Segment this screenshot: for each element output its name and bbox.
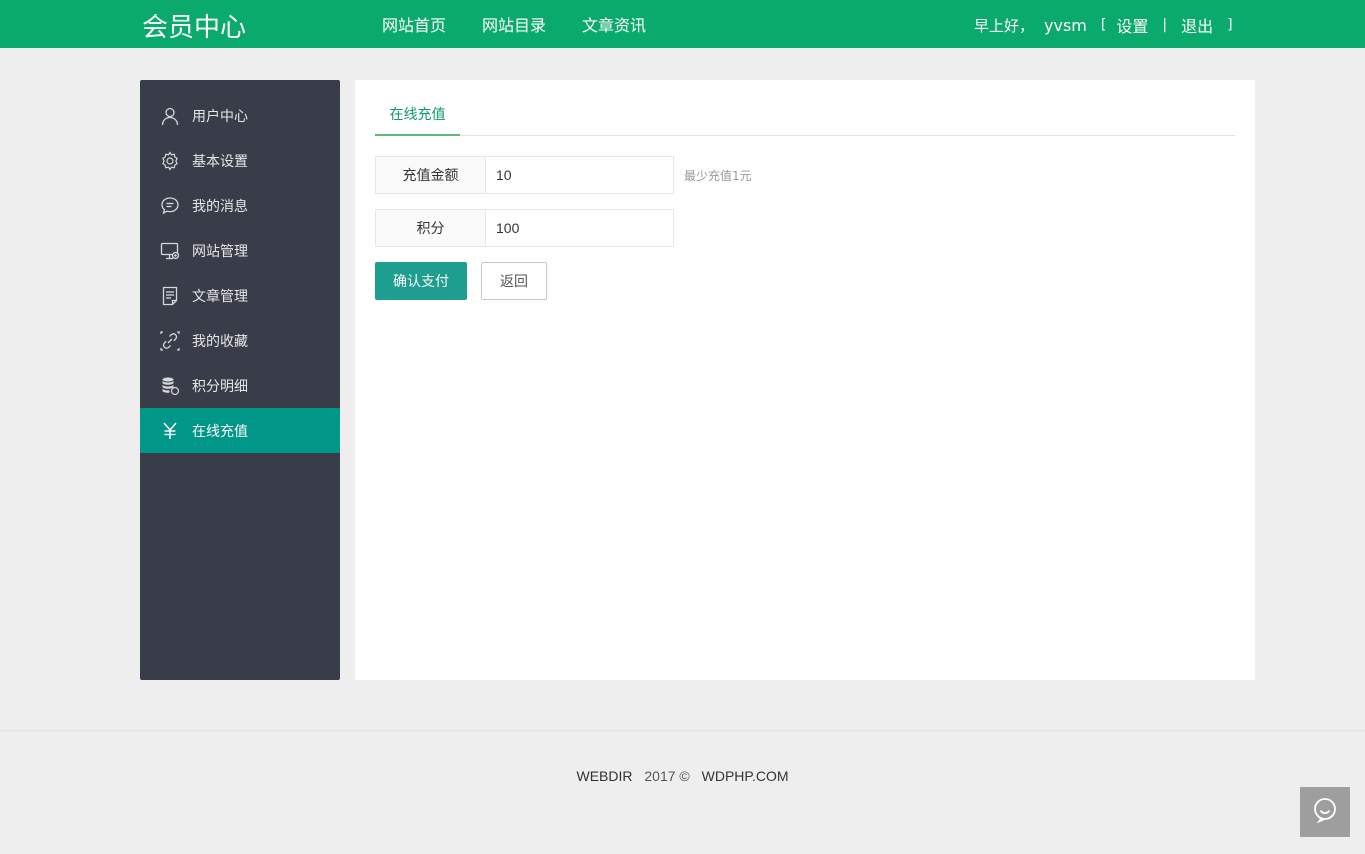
greeting-text: 早上好， <box>974 16 1035 35</box>
chat-bubble-icon <box>1311 796 1339 828</box>
bracket-close: ] <box>1227 17 1233 33</box>
nav-articles[interactable]: 文章资讯 <box>582 12 646 36</box>
sidebar: 用户中心 基本设置 我的消息 网站管理 文章管理 我的收藏 积分明细 在线充值 <box>140 80 340 680</box>
document-icon <box>160 286 180 306</box>
top-header: 会员中心 网站首页 网站目录 文章资讯 早上好， yvsm [ 设置 | 退出 … <box>0 0 1365 48</box>
footer-divider <box>0 730 1365 731</box>
coins-icon <box>160 376 180 396</box>
sidebar-item-label: 在线充值 <box>192 423 248 440</box>
sidebar-item-user-center[interactable]: 用户中心 <box>140 93 340 138</box>
sidebar-item-basic-settings[interactable]: 基本设置 <box>140 138 340 183</box>
sidebar-item-site-management[interactable]: 网站管理 <box>140 228 340 273</box>
sidebar-item-label: 文章管理 <box>192 288 248 305</box>
back-button[interactable]: 返回 <box>481 262 547 300</box>
sidebar-item-points-detail[interactable]: 积分明细 <box>140 363 340 408</box>
nav-home[interactable]: 网站首页 <box>382 12 446 36</box>
yen-icon <box>160 421 180 441</box>
amount-input[interactable] <box>485 156 674 194</box>
chat-icon <box>160 196 180 216</box>
monitor-icon <box>160 241 180 261</box>
settings-link[interactable]: 设置 <box>1116 13 1148 37</box>
footer-site[interactable]: WDPHP.COM <box>702 768 789 784</box>
sidebar-item-favorites[interactable]: 我的收藏 <box>140 318 340 363</box>
points-input[interactable] <box>485 209 674 247</box>
confirm-pay-button[interactable]: 确认支付 <box>375 262 467 300</box>
nav-directory[interactable]: 网站目录 <box>482 12 546 36</box>
separator: | <box>1162 17 1168 33</box>
points-label: 积分 <box>375 209 485 247</box>
link-icon <box>160 330 180 351</box>
sidebar-item-label: 用户中心 <box>192 108 248 125</box>
user-bar: 早上好， yvsm [ 设置 | 退出 ] <box>974 13 1243 37</box>
footer-brand: WEBDIR <box>576 768 633 784</box>
amount-row: 充值金额 最少充值1元 <box>375 156 752 194</box>
sidebar-item-label: 我的消息 <box>192 198 248 215</box>
gear-icon <box>160 150 180 171</box>
sidebar-item-article-management[interactable]: 文章管理 <box>140 273 340 318</box>
footer: WEBDIR 2017 © WDPHP.COM <box>0 768 1365 784</box>
tab-bar: 在线充值 <box>375 100 1235 136</box>
sidebar-item-label: 基本设置 <box>192 153 248 170</box>
sidebar-item-messages[interactable]: 我的消息 <box>140 183 340 228</box>
sidebar-item-online-recharge[interactable]: 在线充值 <box>140 408 340 453</box>
sidebar-item-label: 网站管理 <box>192 243 248 260</box>
main-panel: 在线充值 充值金额 最少充值1元 积分 确认支付 返回 <box>355 80 1255 680</box>
amount-label: 充值金额 <box>375 156 485 194</box>
user-icon <box>160 106 180 126</box>
chat-button[interactable] <box>1300 787 1350 837</box>
tab-online-recharge[interactable]: 在线充值 <box>375 100 460 136</box>
username: yvsm <box>1044 15 1087 35</box>
footer-year: 2017 © <box>644 768 690 784</box>
sidebar-item-label: 积分明细 <box>192 378 248 395</box>
bracket-open: [ <box>1100 17 1107 33</box>
amount-hint: 最少充值1元 <box>684 168 752 183</box>
sidebar-item-label: 我的收藏 <box>192 333 248 350</box>
points-row: 积分 <box>375 209 674 247</box>
logout-link[interactable]: 退出 <box>1181 13 1213 37</box>
top-nav: 网站首页 网站目录 文章资讯 <box>382 12 682 36</box>
site-logo[interactable]: 会员中心 <box>142 7 246 44</box>
